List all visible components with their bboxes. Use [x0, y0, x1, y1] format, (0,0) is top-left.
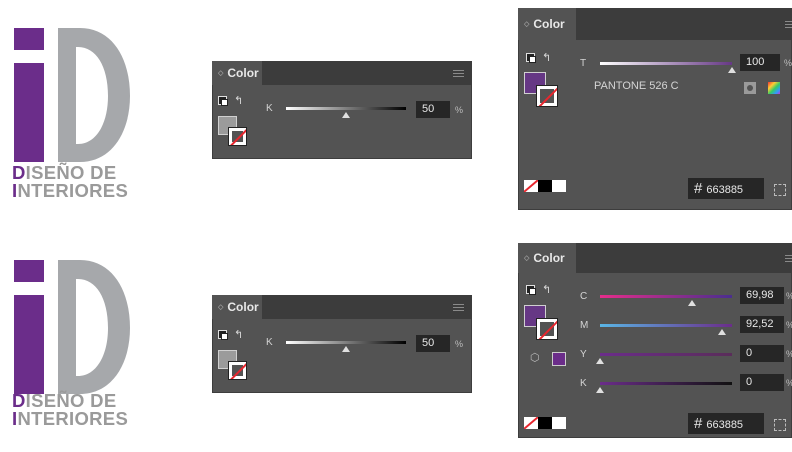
t-value-field[interactable]: 100: [740, 54, 780, 71]
y-percent: %: [786, 349, 792, 359]
color-panel-tint: ◇ Color ↰ T 100 % PANTONE 526 C #663885: [518, 8, 792, 210]
logo-text-line2: INTERIORES: [12, 180, 129, 201]
logo-bottom: DISEÑO DE INTERIORES: [12, 252, 142, 452]
swap-fill-stroke-icon[interactable]: ↰: [234, 328, 243, 341]
logo-i-stem: [14, 63, 44, 162]
c-label: C: [580, 291, 588, 302]
logo-top: DISEÑO DE INTERIORES: [12, 20, 142, 220]
collapse-chevron-icon[interactable]: ◇: [524, 254, 529, 262]
tab-color[interactable]: ◇ Color: [518, 8, 576, 40]
tab-color[interactable]: ◇ Color: [212, 61, 262, 85]
k-label: K: [266, 337, 273, 348]
panel-tab-bar: ◇ Color: [212, 61, 472, 85]
collapse-chevron-icon[interactable]: ◇: [218, 303, 223, 311]
tab-color[interactable]: ◇ Color: [518, 243, 576, 273]
c-value-field[interactable]: 69,98: [740, 287, 784, 304]
c-percent: %: [786, 291, 792, 301]
panel-menu-icon[interactable]: [453, 70, 464, 79]
logo-i-dot: [14, 28, 44, 50]
k-value-field[interactable]: 50: [416, 101, 450, 118]
m-label: M: [580, 320, 589, 331]
c-slider-thumb[interactable]: [688, 300, 697, 306]
swatch-name: PANTONE 526 C: [594, 80, 679, 92]
m-percent: %: [786, 320, 792, 330]
panel-tab-bar: ◇ Color: [212, 295, 472, 319]
add-swatch-icon[interactable]: [774, 419, 786, 431]
default-fill-stroke-icon[interactable]: [218, 330, 228, 340]
m-value-field[interactable]: 92,52: [740, 316, 784, 333]
m-slider-thumb[interactable]: [718, 329, 727, 335]
none-swatch[interactable]: [524, 417, 538, 429]
y-label: Y: [580, 349, 587, 360]
default-fill-stroke-icon[interactable]: [526, 285, 536, 295]
logo-text-line2: INTERIORES: [12, 408, 129, 429]
k-value-field[interactable]: 50: [416, 335, 450, 352]
m-slider-track[interactable]: [600, 324, 732, 327]
panel-menu-icon[interactable]: [785, 21, 792, 30]
white-swatch[interactable]: [552, 417, 566, 429]
color-picker-icon[interactable]: [768, 82, 780, 94]
k-slider-thumb[interactable]: [342, 346, 350, 352]
c-slider-track[interactable]: [600, 295, 732, 298]
swap-fill-stroke-icon[interactable]: ↰: [542, 51, 551, 64]
swap-fill-stroke-icon[interactable]: ↰: [542, 283, 551, 296]
white-swatch[interactable]: [552, 180, 566, 192]
hex-value-field[interactable]: #663885: [688, 178, 764, 199]
t-slider-thumb[interactable]: [728, 67, 736, 73]
stroke-swatch[interactable]: [228, 361, 247, 380]
k-percent: %: [786, 378, 792, 388]
swatch-type-icon[interactable]: [744, 82, 756, 94]
out-of-gamut-icon[interactable]: ⬡: [530, 351, 540, 364]
logo-i-stem: [14, 295, 44, 394]
color-panel-cmyk: ◇Color ↰ ⬡ C 69,98 % M 92,52 % Y 0 % K 0…: [518, 243, 792, 438]
k-value-field[interactable]: 0: [740, 374, 784, 391]
black-swatch[interactable]: [538, 180, 552, 192]
k-percent: %: [455, 339, 464, 349]
hex-value-field[interactable]: #663885: [688, 413, 764, 434]
t-percent: %: [784, 58, 792, 68]
logo-i-dot: [14, 260, 44, 282]
add-swatch-icon[interactable]: [774, 184, 786, 196]
panel-tab-bar: ◇ Color: [518, 8, 792, 40]
k-slider-track[interactable]: [286, 107, 406, 110]
default-fill-stroke-icon[interactable]: [218, 96, 228, 106]
y-slider-track[interactable]: [600, 353, 732, 356]
panel-menu-icon[interactable]: [453, 304, 464, 313]
k-slider-track[interactable]: [600, 382, 732, 385]
t-slider-track[interactable]: [600, 62, 732, 65]
black-swatch[interactable]: [538, 417, 552, 429]
stroke-swatch[interactable]: [536, 85, 558, 107]
y-slider-thumb[interactable]: [596, 358, 604, 364]
quick-swatches: [524, 180, 566, 192]
gamut-color-swatch[interactable]: [552, 352, 566, 366]
k-label: K: [580, 378, 587, 389]
color-panel-gray-top: ◇ Color ↰ K 50 %: [212, 61, 472, 159]
quick-swatches: [524, 417, 566, 429]
default-fill-stroke-icon[interactable]: [526, 53, 536, 63]
k-percent: %: [455, 105, 464, 115]
swap-fill-stroke-icon[interactable]: ↰: [234, 94, 243, 107]
k-slider-thumb[interactable]: [596, 387, 604, 393]
y-value-field[interactable]: 0: [740, 345, 784, 362]
k-label: K: [266, 103, 273, 114]
none-swatch[interactable]: [524, 180, 538, 192]
collapse-chevron-icon[interactable]: ◇: [218, 69, 223, 77]
collapse-chevron-icon[interactable]: ◇: [524, 20, 529, 28]
tab-color[interactable]: ◇ Color: [212, 295, 262, 319]
stroke-swatch[interactable]: [536, 318, 558, 340]
k-slider-track[interactable]: [286, 341, 406, 344]
stroke-swatch[interactable]: [228, 127, 247, 146]
t-label: T: [580, 58, 587, 69]
k-slider-thumb[interactable]: [342, 112, 350, 118]
panel-tab-bar: ◇ Color: [518, 243, 792, 273]
color-panel-gray-bottom: ◇ Color ↰ K 50 %: [212, 295, 472, 393]
panel-menu-icon[interactable]: [785, 255, 792, 264]
